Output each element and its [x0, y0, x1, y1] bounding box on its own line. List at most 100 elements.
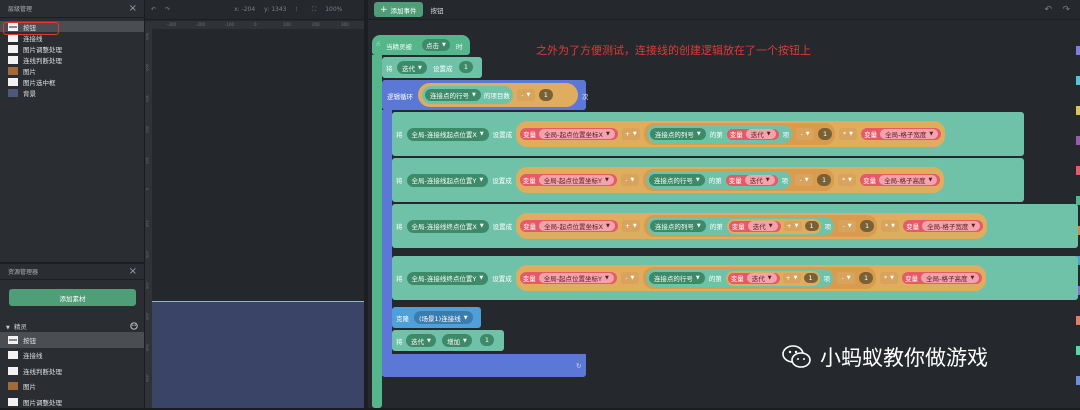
add-event-button[interactable]: + 添加事件	[374, 2, 423, 17]
operator[interactable]: * ▼	[881, 220, 900, 232]
category-swatch[interactable]	[1076, 136, 1080, 145]
event-block[interactable]: ☝ 当精灵被 点击 ▼ 时	[372, 35, 470, 55]
var-name[interactable]: 迭代 ▼	[747, 221, 778, 231]
category-swatch[interactable]	[1076, 166, 1080, 175]
set-block[interactable]: 将全局-连接线终点位置Y ▼ 设置成 变量 全局-起点位置坐标Y ▼ - ▼ 连接点的行号 ▼ 的第…	[392, 256, 1078, 300]
clone-target-dropdown[interactable]: (场景1)连接线 ▼	[414, 311, 473, 324]
var-name[interactable]: 全局-起点位置坐标Y ▼	[538, 273, 614, 283]
loop-value[interactable]: 1	[538, 89, 553, 101]
number-input[interactable]: 1	[803, 273, 818, 283]
list-item-block[interactable]: 连接点的列号 ▼ 的第 变量 迭代 ▼ 项	[646, 125, 793, 143]
var-name[interactable]: 全局-格子高度 ▼	[921, 273, 980, 283]
var-name[interactable]: 全局-格子宽度 ▼	[922, 221, 981, 231]
asset-item[interactable]: 连接线	[0, 348, 144, 364]
list-dropdown[interactable]: 连接点的列号 ▼	[649, 220, 706, 232]
target-dropdown[interactable]: 全局-连接线起点位置Y ▼	[406, 173, 489, 187]
undo-icon[interactable]: ↶	[151, 6, 156, 13]
operator[interactable]: - ▼	[838, 220, 857, 232]
palette-icon[interactable]	[130, 322, 138, 330]
variable-block[interactable]: 变量 全局-格子高度 ▼	[902, 272, 983, 284]
set-iterator-block[interactable]: 将 迭代 ▼ 设置成 1	[382, 57, 482, 78]
target-dropdown[interactable]: 全局-连接线起点位置X ▼	[406, 127, 489, 141]
inc-value[interactable]: 1	[480, 334, 494, 346]
layer-item[interactable]: 图片调整处理	[0, 43, 144, 54]
variable-block[interactable]: 变量 全局-格子高度 ▼	[860, 174, 941, 186]
category-swatch[interactable]	[1076, 316, 1080, 325]
number-input[interactable]: 1	[859, 272, 874, 284]
operator[interactable]: - ▼	[796, 128, 815, 140]
asset-item[interactable]: 连线判断处理	[0, 363, 144, 379]
index-variable[interactable]: 变量 迭代 ▼	[726, 128, 779, 140]
asset-item[interactable]: 按钮	[0, 332, 144, 348]
number-input[interactable]: 1	[817, 174, 832, 186]
trigger-dropdown[interactable]: 点击 ▼	[422, 39, 450, 51]
close-icon[interactable]: ×	[129, 266, 137, 277]
var-dropdown[interactable]: 迭代 ▼	[406, 334, 436, 347]
operator[interactable]: + ▼	[783, 221, 802, 231]
target-dropdown[interactable]: 全局-连接线终点位置Y ▼	[406, 271, 489, 285]
index-variable[interactable]: 变量 迭代 ▼	[728, 220, 781, 232]
minus-operator[interactable]: - ▼	[516, 89, 535, 101]
asset-item[interactable]: 图片	[0, 379, 144, 395]
index-variable[interactable]: 变量 迭代 ▼	[727, 272, 780, 284]
category-swatch[interactable]	[1076, 106, 1080, 115]
operator[interactable]: * ▼	[838, 174, 857, 186]
op-dropdown[interactable]: 增加 ▼	[442, 334, 472, 347]
list-item-block[interactable]: 连接点的行号 ▼ 的第 变量 迭代 ▼ 项	[645, 171, 792, 189]
init-value[interactable]: 1	[459, 61, 473, 73]
redo-icon[interactable]: ↷	[165, 6, 170, 13]
var-name[interactable]: 迭代 ▼	[745, 129, 776, 139]
category-swatch[interactable]	[1076, 76, 1080, 85]
layer-item[interactable]: 连线判断处理	[0, 54, 144, 65]
add-asset-button[interactable]: 添加素材	[9, 289, 136, 306]
list-dropdown[interactable]: 连接点的行号 ▼	[425, 89, 481, 101]
variable-block[interactable]: 变量 全局-起点位置坐标X ▼	[520, 128, 618, 140]
operator[interactable]: + ▼	[621, 220, 640, 232]
undo-icon[interactable]: ↶	[1044, 5, 1052, 15]
var-name[interactable]: 全局-起点位置坐标X ▼	[539, 129, 615, 139]
var-name[interactable]: 迭代 ▼	[746, 273, 777, 283]
list-length-block[interactable]: 连接点的行号 ▼ 的项目数	[422, 86, 513, 104]
variable-block[interactable]: 变量 全局-格子宽度 ▼	[903, 220, 984, 232]
list-dropdown[interactable]: 连接点的行号 ▼	[648, 272, 705, 284]
clone-block[interactable]: 克隆 (场景1)连接线 ▼	[392, 307, 481, 328]
increment-block[interactable]: 将 迭代 ▼ 增加 ▼ 1	[392, 330, 504, 351]
number-input[interactable]: 1	[860, 220, 875, 232]
editor-tab[interactable]: 按钮	[431, 5, 444, 15]
number-input[interactable]: 1	[818, 128, 833, 140]
number-input[interactable]: 1	[804, 221, 819, 231]
fit-screen-icon[interactable]: ⛶	[312, 6, 316, 14]
variable-block[interactable]: 变量 全局-起点位置坐标Y ▼	[519, 174, 617, 186]
var-name[interactable]: 全局-格子宽度 ▼	[880, 129, 939, 139]
var-name[interactable]: 全局-起点位置坐标Y ▼	[538, 175, 614, 185]
var-name[interactable]: 全局-起点位置坐标X ▼	[539, 221, 615, 231]
close-icon[interactable]: ×	[129, 3, 137, 14]
sprites-section-header[interactable]: ▼ 精灵	[0, 320, 144, 332]
operator[interactable]: + ▼	[621, 128, 640, 140]
set-block[interactable]: 将全局-连接线起点位置X ▼ 设置成 变量 全局-起点位置坐标X ▼ + ▼ 连接点的列号 ▼ 的第…	[392, 112, 1024, 156]
list-item-block[interactable]: 连接点的列号 ▼ 的第 变量 迭代 ▼ + ▼ 1 项	[646, 217, 835, 235]
variable-block[interactable]: 变量 全局-起点位置坐标Y ▼	[519, 272, 617, 284]
layer-item[interactable]: 图片选中框	[0, 76, 144, 87]
list-dropdown[interactable]: 连接点的列号 ▼	[649, 128, 706, 140]
category-swatch[interactable]	[1076, 346, 1080, 355]
variable-block[interactable]: 变量 全局-起点位置坐标X ▼	[520, 220, 618, 232]
var-name[interactable]: 迭代 ▼	[744, 175, 775, 185]
list-item-block[interactable]: 连接点的行号 ▼ 的第 变量 迭代 ▼ + ▼ 1 项	[645, 269, 834, 287]
operator[interactable]: - ▼	[795, 174, 814, 186]
category-swatch[interactable]	[1076, 376, 1080, 385]
variable-block[interactable]: 变量 全局-格子宽度 ▼	[861, 128, 942, 140]
operator[interactable]: * ▼	[839, 128, 858, 140]
operator[interactable]: + ▼	[782, 273, 801, 283]
set-block[interactable]: 将全局-连接线终点位置X ▼ 设置成 变量 全局-起点位置坐标X ▼ + ▼ 连接点的列号 ▼ 的第…	[392, 204, 1078, 248]
layer-item[interactable]: 背景	[0, 87, 144, 98]
operator[interactable]: - ▼	[837, 272, 856, 284]
asset-item[interactable]: 图片调整处理	[0, 394, 144, 410]
target-dropdown[interactable]: 全局-连接线终点位置X ▼	[406, 219, 489, 233]
var-dropdown[interactable]: 迭代 ▼	[397, 61, 427, 74]
operator[interactable]: - ▼	[620, 174, 639, 186]
index-variable[interactable]: 变量 迭代 ▼	[725, 174, 778, 186]
set-block[interactable]: 将全局-连接线起点位置Y ▼ 设置成 变量 全局-起点位置坐标Y ▼ - ▼ 连接点的行号 ▼ 的第…	[392, 158, 1024, 202]
operator[interactable]: - ▼	[620, 272, 639, 284]
layer-item[interactable]: 图片	[0, 65, 144, 76]
